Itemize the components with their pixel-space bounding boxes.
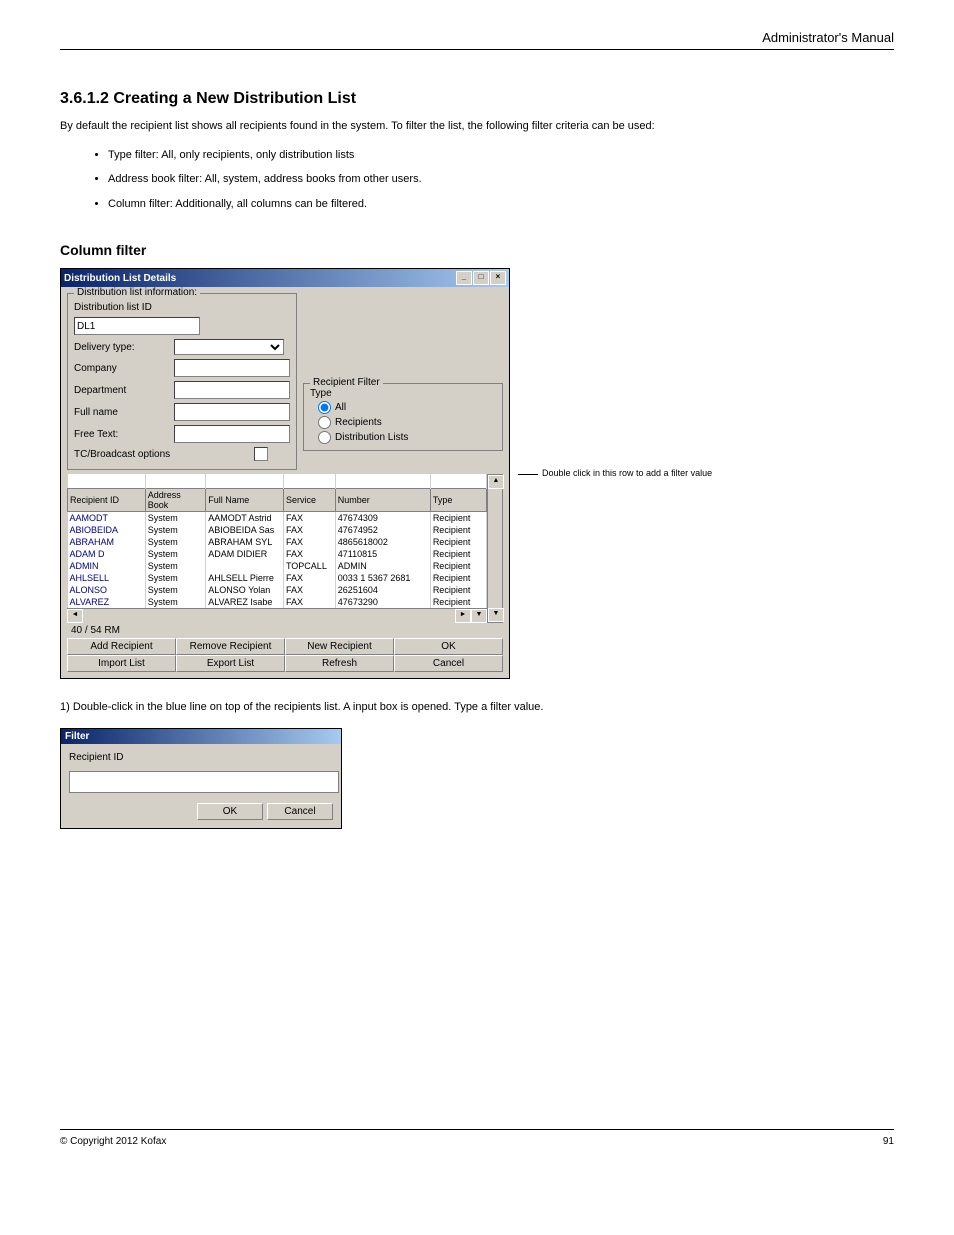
group-label: Distribution list information:	[74, 287, 200, 298]
bullet-item: Column filter: Additionally, all columns…	[108, 196, 894, 213]
dist-info-group: Distribution list information: Distribut…	[67, 293, 297, 470]
distribution-list-window: Distribution List Details _ □ × Distribu…	[60, 268, 510, 679]
recipient-filter-label: Recipient Filter	[310, 377, 383, 388]
scroll-down-icon[interactable]: ▼	[488, 608, 504, 622]
company-label: Company	[74, 363, 174, 374]
page-number: 91	[883, 1136, 894, 1147]
ok-button[interactable]: OK	[394, 638, 503, 655]
new-recipient-button[interactable]: New Recipient	[285, 638, 394, 655]
table-row[interactable]: AAMODTSystemAAMODT AstridFAX47674309Reci…	[68, 512, 487, 525]
delivery-type-label: Delivery type:	[74, 342, 174, 353]
grid-header-row[interactable]: Recipient ID Address Book Full Name Serv…	[68, 489, 487, 512]
scroll-down-corner-icon[interactable]: ▼	[471, 609, 487, 623]
delivery-type-select[interactable]	[174, 339, 284, 355]
table-row[interactable]: ABRAHAMSystemABRAHAM SYLFAX4865618002Rec…	[68, 536, 487, 548]
table-row[interactable]: ADAM DSystemADAM DIDIERFAX47110815Recipi…	[68, 548, 487, 560]
type-sublabel: Type	[310, 388, 496, 399]
filter-dialog-title[interactable]: Filter	[61, 729, 341, 744]
page-header: Administrator's Manual	[60, 30, 894, 50]
table-row[interactable]: ADMINSystemTOPCALLADMINRecipient	[68, 560, 487, 572]
filter-label: Recipient ID	[69, 752, 333, 763]
grid-filter-row[interactable]	[68, 474, 487, 489]
dist-id-label: Distribution list ID	[74, 302, 174, 313]
vertical-scrollbar[interactable]: ▲ ▼	[487, 474, 503, 623]
minimize-icon[interactable]: _	[456, 271, 472, 285]
table-row[interactable]: ALVAREZSystemALVAREZ IsabeFAX47673290Rec…	[68, 596, 487, 608]
radio-dist-lists[interactable]	[318, 431, 331, 444]
tc-broadcast-label: TC/Broadcast options	[74, 449, 254, 460]
window-titlebar[interactable]: Distribution List Details _ □ ×	[61, 269, 509, 287]
filter-dialog: Filter Recipient ID OK Cancel	[60, 728, 342, 829]
radio-all[interactable]	[318, 401, 331, 414]
intro-text: By default the recipient list shows all …	[60, 118, 894, 135]
col-full-name[interactable]: Full Name	[206, 489, 284, 512]
dist-id-input[interactable]	[74, 317, 200, 335]
export-list-button[interactable]: Export List	[176, 655, 285, 672]
scroll-left-icon[interactable]: ◄	[67, 609, 83, 623]
recipient-grid[interactable]: Recipient ID Address Book Full Name Serv…	[67, 474, 487, 608]
annotation-text: Double click in this row to add a filter…	[542, 468, 712, 478]
manual-title: Administrator's Manual	[762, 30, 894, 45]
filter-cancel-button[interactable]: Cancel	[267, 803, 333, 820]
import-list-button[interactable]: Import List	[67, 655, 176, 672]
freetext-label: Free Text:	[74, 429, 174, 440]
bullet-item: Address book filter: All, system, addres…	[108, 171, 894, 188]
add-recipient-button[interactable]: Add Recipient	[67, 638, 176, 655]
department-input[interactable]	[174, 381, 290, 399]
section-number-title: 3.6.1.2 Creating a New Distribution List	[60, 90, 894, 108]
status-bar: 40 / 54 RM	[67, 623, 503, 638]
fullname-input[interactable]	[174, 403, 290, 421]
freetext-input[interactable]	[174, 425, 290, 443]
col-type[interactable]: Type	[430, 489, 486, 512]
column-filter-heading: Column filter	[60, 242, 894, 258]
department-label: Department	[74, 385, 174, 396]
scroll-up-icon[interactable]: ▲	[488, 475, 504, 489]
horizontal-scrollbar[interactable]: ◄ ► ▼	[67, 608, 487, 623]
bullet-item: Type filter: All, only recipients, only …	[108, 147, 894, 164]
scroll-right-icon[interactable]: ►	[455, 609, 471, 623]
col-service[interactable]: Service	[283, 489, 335, 512]
step-1-text: 1) Double-click in the blue line on top …	[60, 699, 894, 716]
table-row[interactable]: AHLSELLSystemAHLSELL PierreFAX0033 1 536…	[68, 572, 487, 584]
recipient-filter-group: Recipient Filter Type All Recipients Dis…	[303, 383, 503, 451]
remove-recipient-button[interactable]: Remove Recipient	[176, 638, 285, 655]
cancel-button[interactable]: Cancel	[394, 655, 503, 672]
col-address-book[interactable]: Address Book	[145, 489, 205, 512]
copyright: © Copyright 2012 Kofax	[60, 1136, 166, 1147]
window-title: Distribution List Details	[64, 273, 176, 284]
col-number[interactable]: Number	[335, 489, 430, 512]
filter-input[interactable]	[69, 771, 339, 793]
fullname-label: Full name	[74, 407, 174, 418]
tc-broadcast-checkbox[interactable]	[254, 447, 268, 461]
refresh-button[interactable]: Refresh	[285, 655, 394, 672]
bullet-list: Type filter: All, only recipients, only …	[60, 147, 894, 213]
table-row[interactable]: ABIOBEIDASystemABIOBEIDA SasFAX47674952R…	[68, 524, 487, 536]
company-input[interactable]	[174, 359, 290, 377]
col-recipient-id[interactable]: Recipient ID	[68, 489, 146, 512]
table-row[interactable]: ALONSOSystemALONSO YolanFAX26251604Recip…	[68, 584, 487, 596]
maximize-icon[interactable]: □	[473, 271, 489, 285]
annotation-callout: Double click in this row to add a filter…	[518, 468, 712, 478]
page-footer: © Copyright 2012 Kofax 91	[60, 1129, 894, 1147]
filter-ok-button[interactable]: OK	[197, 803, 263, 820]
radio-recipients[interactable]	[318, 416, 331, 429]
close-icon[interactable]: ×	[490, 271, 506, 285]
